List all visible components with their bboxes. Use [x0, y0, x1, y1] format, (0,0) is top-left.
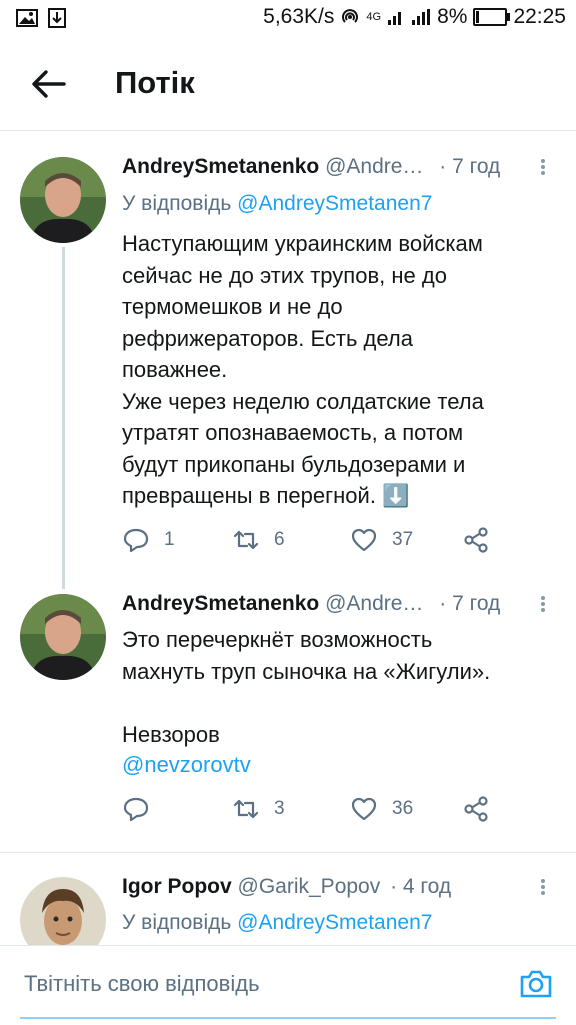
like-count: 37 — [392, 529, 414, 550]
thread-connector — [62, 247, 65, 589]
display-name[interactable]: Igor Popov — [122, 875, 232, 898]
retweet-count: 6 — [274, 529, 285, 550]
like-button[interactable]: 37 — [350, 526, 413, 554]
reply-prefix: У відповідь — [122, 911, 232, 934]
mention-link[interactable]: @nevzorovtv — [122, 749, 552, 781]
retweet-button[interactable]: 6 — [232, 526, 285, 554]
clock: 22:25 — [513, 5, 566, 28]
battery-icon — [473, 8, 511, 26]
user-handle[interactable]: @Garik_Popov — [238, 875, 381, 898]
user-handle[interactable]: @Andre… — [325, 592, 423, 615]
retweet-count: 3 — [274, 798, 285, 819]
timestamp[interactable]: · 4 год — [390, 875, 451, 898]
reply-icon — [123, 797, 149, 822]
like-button[interactable]: 36 — [350, 795, 413, 823]
reply-button[interactable] — [122, 795, 164, 823]
share-icon — [464, 796, 488, 822]
display-name[interactable]: AndreySmetanenko — [122, 592, 319, 615]
reply-input[interactable]: Твітніть свою відповідь — [24, 971, 260, 997]
retweet-button[interactable]: 3 — [232, 795, 285, 823]
share-button[interactable] — [462, 526, 490, 554]
network-type: 4G — [366, 11, 382, 23]
more-icon[interactable] — [540, 157, 546, 177]
reply-composer[interactable]: Твітніть свою відповідь — [0, 945, 576, 1025]
network-speed: 5,63K/s — [263, 5, 335, 28]
tweet-text: Это перечеркнёт возможность махнуть труп… — [122, 627, 491, 747]
avatar[interactable] — [20, 594, 106, 680]
like-icon — [351, 797, 377, 821]
tweet-actions: 3 36 — [122, 795, 502, 831]
page-title: Потік — [115, 65, 195, 100]
retweet-icon — [233, 799, 259, 819]
display-name[interactable]: AndreySmetanenko — [122, 155, 319, 178]
avatar[interactable] — [20, 157, 106, 243]
tweet-text: Наступающим украинским войскам сейчас не… — [122, 231, 484, 508]
divider — [0, 130, 576, 131]
more-icon[interactable] — [540, 877, 546, 897]
reply-handle-link[interactable]: @AndreySmetanen7 — [237, 911, 432, 934]
status-bar: 5,63K/s 4G 8% 22:25 — [0, 0, 576, 38]
reply-button[interactable]: 1 — [122, 526, 175, 554]
tweet-header: Igor Popov @Garik_Popov · 4 год — [122, 875, 451, 899]
download-icon — [48, 8, 66, 28]
signal-icon — [388, 12, 402, 25]
divider — [0, 852, 576, 853]
retweet-icon — [233, 530, 259, 550]
input-underline — [20, 1017, 556, 1019]
signal-icon — [412, 9, 431, 25]
hotspot-icon — [342, 9, 359, 23]
gallery-icon — [16, 9, 38, 27]
user-handle[interactable]: @Andre… — [325, 155, 423, 178]
more-icon[interactable] — [540, 594, 546, 614]
timestamp[interactable]: · 7 год — [439, 155, 500, 178]
reply-count: 1 — [164, 529, 175, 550]
reply-handle-link[interactable]: @AndreySmetanen7 — [237, 192, 432, 215]
tweet-header: AndreySmetanenko @Andre… · 7 год — [122, 592, 500, 616]
share-button[interactable] — [462, 795, 490, 823]
status-left-icons — [16, 8, 66, 28]
like-count: 36 — [392, 798, 414, 819]
share-icon — [464, 527, 488, 553]
reply-context: У відповідь @AndreySmetanen7 — [122, 911, 432, 935]
timestamp[interactable]: · 7 год — [439, 592, 500, 615]
camera-icon[interactable] — [518, 966, 554, 1002]
battery-percent: 8% — [437, 5, 468, 28]
reply-context: У відповідь @AndreySmetanen7 — [122, 192, 432, 216]
tweet-actions: 1 6 37 — [122, 526, 502, 562]
reply-icon — [123, 528, 149, 553]
top-app-bar: Потік — [0, 50, 576, 120]
like-icon — [351, 528, 377, 552]
status-right: 5,63K/s 4G 8% 22:25 — [263, 5, 566, 29]
back-arrow-icon[interactable] — [28, 64, 68, 104]
reply-prefix: У відповідь — [122, 192, 232, 215]
tweet-header: AndreySmetanenko @Andre… · 7 год — [122, 155, 500, 179]
